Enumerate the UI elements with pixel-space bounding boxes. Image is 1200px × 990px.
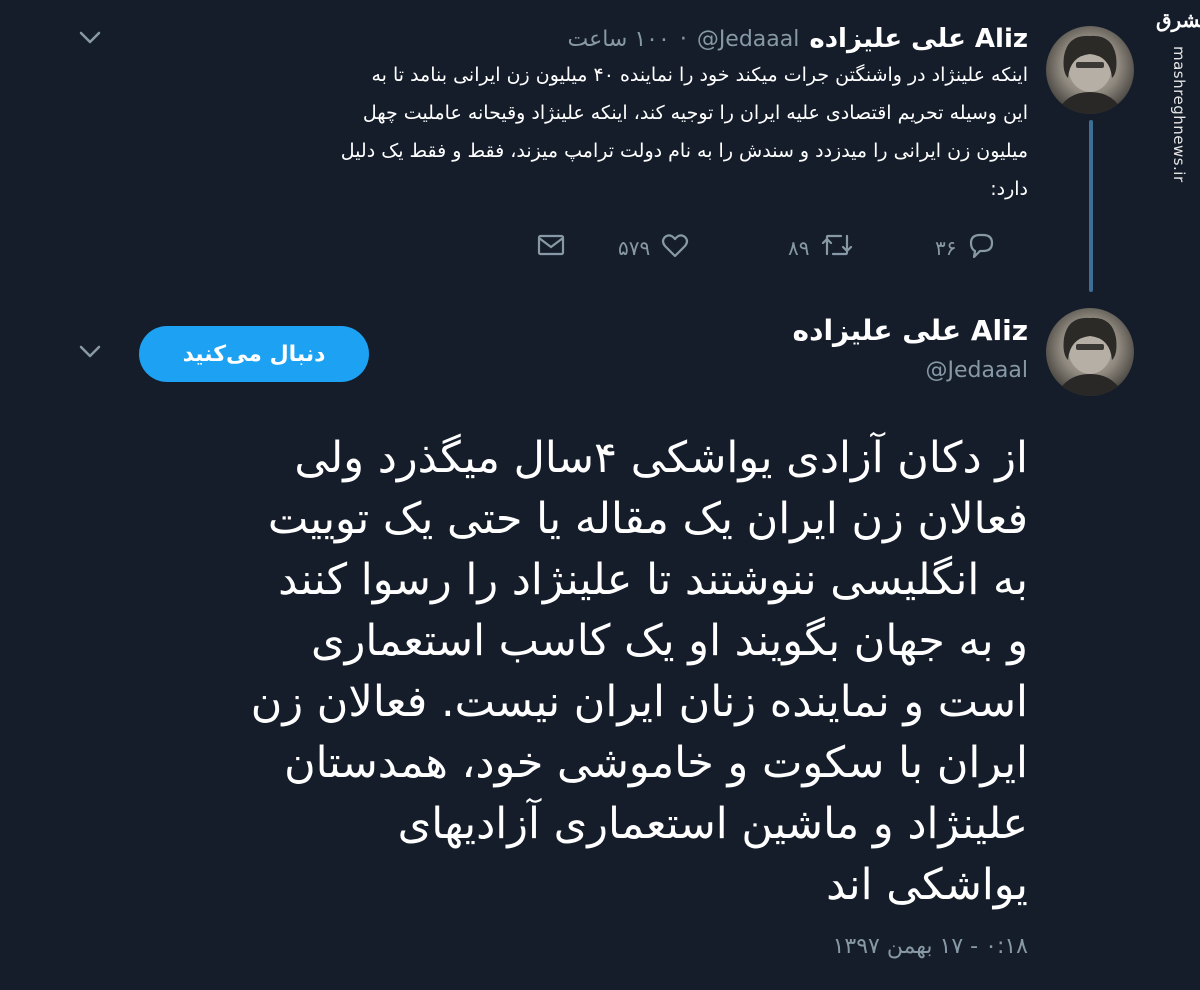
watermark-logo: مشرق — [1156, 8, 1200, 32]
following-button[interactable]: دنبال می‌کنید — [139, 326, 369, 382]
user-name[interactable]: Aliz علی علیزاده — [809, 24, 1028, 54]
watermark-site: mashreghnews.ir — [1170, 46, 1188, 183]
reply-count: ۳۶ — [935, 235, 957, 260]
avatar[interactable] — [1046, 26, 1134, 114]
user-handle[interactable]: @Jedaaal — [697, 27, 800, 52]
tweet-header: ۱۰۰ ساعت · @Jedaaal Aliz علی علیزاده — [568, 24, 1029, 54]
separator: · — [679, 26, 687, 52]
tweet-text-line: از دکان آزادی یواشکی ۴سال میگذرد ولی — [294, 433, 1028, 483]
tweet-text-line: فعالان زن ایران یک مقاله یا حتی یک توییت — [267, 494, 1028, 544]
tweet-text-line: میلیون زن ایرانی را میدزدد و سندش را به … — [340, 140, 1028, 162]
user-name[interactable]: Aliz علی علیزاده — [793, 314, 1028, 347]
like-action[interactable]: ۵۷۹ — [618, 230, 690, 265]
tweet-text-line: دارد: — [990, 178, 1028, 200]
envelope-icon — [536, 232, 566, 263]
tweet-text-line: این وسیله تحریم اقتصادی علیه ایران را تو… — [362, 102, 1028, 124]
tweet-text: از دکان آزادی یواشکی ۴سال میگذرد ولی فعا… — [68, 428, 1028, 916]
reply-action[interactable]: ۳۶ — [935, 230, 996, 265]
retweet-count: ۸۹ — [788, 235, 810, 260]
tweet-text-line: و به جهان بگویند او یک کاسب استعماری — [310, 616, 1028, 666]
dm-action[interactable] — [536, 232, 566, 263]
avatar-photo — [1056, 35, 1124, 114]
reply-icon — [966, 230, 996, 265]
user-handle[interactable]: @Jedaaal — [925, 358, 1028, 383]
heart-icon — [660, 230, 690, 265]
tweet-text-line: به انگلیسی ننوشتند تا علینژاد را رسوا کن… — [278, 555, 1028, 605]
tweet-timestamp[interactable]: ۰:۱۸ - ۱۷ بهمن ۱۳۹۷ — [833, 934, 1028, 959]
watermark: مشرق mashreghnews.ir — [1156, 8, 1200, 208]
tweet-text-line: اینکه علینژاد در واشنگتن جرات میکند خود … — [371, 64, 1028, 86]
like-count: ۵۷۹ — [618, 235, 651, 260]
thread-line — [1089, 120, 1093, 292]
tweet-text: اینکه علینژاد در واشنگتن جرات میکند خود … — [88, 56, 1028, 208]
avatar-photo — [1056, 317, 1124, 396]
tweet-text-line: علینژاد و ماشین استعماری آزادیهای — [397, 799, 1028, 849]
tweet-text-line: یواشکی اند — [826, 860, 1028, 910]
tweet-text-line: ایران با سکوت و خاموشی خود، همدستان — [284, 738, 1028, 788]
avatar[interactable] — [1046, 308, 1134, 396]
chevron-down-icon[interactable] — [78, 30, 102, 50]
retweet-icon — [819, 230, 855, 265]
tweet-text-line: است و نماینده زنان ایران نیست. فعالان زن — [250, 677, 1028, 727]
chevron-down-icon[interactable] — [78, 344, 102, 364]
tweet-time[interactable]: ۱۰۰ ساعت — [568, 27, 670, 52]
retweet-action[interactable]: ۸۹ — [788, 230, 855, 265]
